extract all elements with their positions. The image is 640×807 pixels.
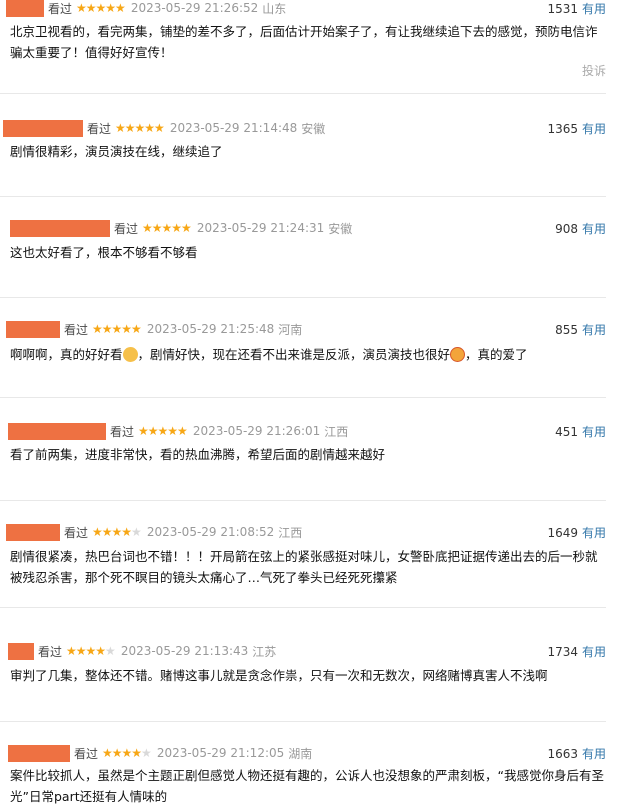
- redacted-username: [3, 119, 83, 137]
- rating-stars: ★★★★★: [102, 746, 152, 760]
- star-filled: ★★★★: [92, 525, 132, 539]
- vote-area: 1663 有用: [547, 745, 606, 762]
- useful-button[interactable]: 有用: [582, 323, 606, 337]
- review-text-part: 啊啊啊，真的好好看: [10, 347, 123, 362]
- divider: [0, 397, 606, 398]
- useful-count: 1531: [547, 2, 578, 16]
- vote-area: 855 有用: [555, 321, 606, 338]
- review-location: 山东: [262, 1, 287, 16]
- useful-count: 451: [555, 425, 578, 439]
- review-meta: 看过 ★★★★★ 2023-05-29 21:26:52 山东: [0, 0, 286, 18]
- useful-count: 1663: [547, 747, 578, 761]
- redacted-username: [10, 219, 110, 237]
- review-location: 河南: [278, 322, 303, 337]
- divider: [0, 607, 606, 608]
- report-button[interactable]: 投诉: [582, 62, 606, 79]
- divider: [0, 297, 606, 298]
- review-time: 2023-05-29 21:08:52: [146, 525, 275, 539]
- review-location: 安徽: [301, 121, 326, 136]
- watched-status: 看过: [87, 121, 112, 136]
- redacted-username: [6, 523, 60, 541]
- review-location: 江西: [278, 525, 303, 540]
- rating-stars: ★★★★★: [115, 121, 165, 135]
- review-text: 看了前两集，进度非常快，看的热血沸腾，希望后面的剧情越来越好: [10, 447, 386, 462]
- review-time: 2023-05-29 21:24:31: [196, 221, 325, 235]
- watched-status: 看过: [110, 424, 135, 439]
- review-location: 湖南: [288, 746, 313, 761]
- watched-status: 看过: [64, 322, 89, 337]
- watched-status: 看过: [48, 1, 73, 16]
- review-text: 审判了几集，整体还不错。赌博这事儿就是贪念作祟，只有一次和无数次，网络赌博真害人…: [10, 668, 548, 683]
- rating-stars: ★★★★★: [92, 525, 142, 539]
- star-empty: ★: [105, 644, 116, 658]
- divider: [0, 721, 606, 722]
- review-time: 2023-05-29 21:14:48: [169, 121, 298, 135]
- divider: [0, 196, 606, 197]
- rating-stars: ★★★★★: [142, 221, 192, 235]
- useful-count: 1734: [547, 645, 578, 659]
- review-text-part: ，真的爱了: [465, 347, 528, 362]
- review-text: 北京卫视看的，看完两集，铺垫的差不多了，后面估计开始案子了，有让我继续追下去的感…: [10, 24, 598, 60]
- review-time: 2023-05-29 21:13:43: [120, 644, 249, 658]
- redacted-username: [6, 320, 60, 338]
- redacted-username: [8, 642, 34, 660]
- rating-stars: ★★★★★: [66, 644, 116, 658]
- useful-button[interactable]: 有用: [582, 526, 606, 540]
- redacted-username: [8, 744, 70, 762]
- star-empty: ★: [141, 746, 152, 760]
- useful-button[interactable]: 有用: [582, 645, 606, 659]
- rating-stars: ★★★★★: [76, 1, 126, 15]
- divider: [0, 500, 606, 501]
- star-filled: ★★★★: [102, 746, 142, 760]
- review-text: 剧情很精彩，演员演技在线，继续追了: [10, 144, 223, 159]
- useful-button[interactable]: 有用: [582, 122, 606, 136]
- review-location: 江苏: [252, 644, 277, 659]
- review-meta: 看过 ★★★★★ 2023-05-29 21:13:43 江苏: [0, 641, 276, 661]
- review-meta: 看过 ★★★★★ 2023-05-29 21:08:52 江西: [0, 522, 302, 542]
- review-location: 安徽: [328, 221, 353, 236]
- watched-status: 看过: [64, 525, 89, 540]
- useful-count: 1649: [547, 526, 578, 540]
- review-meta: 看过 ★★★★★ 2023-05-29 21:24:31 安徽: [0, 218, 352, 238]
- vote-area: 908 有用: [555, 220, 606, 237]
- clapping-hands-emoji-icon: [122, 347, 138, 362]
- useful-count: 1365: [547, 122, 578, 136]
- useful-count: 908: [555, 222, 578, 236]
- watched-status: 看过: [74, 746, 99, 761]
- vote-area: 1365 有用: [547, 120, 606, 137]
- vote-area: 1734 有用: [547, 643, 606, 660]
- review-time: 2023-05-29 21:12:05: [156, 746, 285, 760]
- review-text-part: ，剧情好快，现在还看不出来谁是反派，演员演技也很好: [137, 347, 451, 362]
- redacted-username: [6, 0, 44, 17]
- star-empty: ★: [131, 525, 142, 539]
- rating-stars: ★★★★★: [92, 322, 142, 336]
- review-text: 案件比较抓人，虽然是个主题正剧但感觉人物还挺有趣的，公诉人也没想象的严肃刻板，“…: [10, 768, 604, 804]
- review-time: 2023-05-29 21:26:52: [130, 1, 259, 15]
- star-filled: ★★★★: [66, 644, 106, 658]
- review-meta: 看过 ★★★★★ 2023-05-29 21:14:48 安徽: [0, 118, 325, 138]
- review-location: 江西: [324, 424, 349, 439]
- useful-button[interactable]: 有用: [582, 2, 606, 16]
- review-text: 啊啊啊，真的好好看 ，剧情好快，现在还看不出来谁是反派，演员演技也很好 ，真的爱了: [10, 344, 606, 365]
- review-meta: 看过 ★★★★★ 2023-05-29 21:25:48 河南: [0, 319, 302, 339]
- vote-area: 1649 有用: [547, 524, 606, 541]
- review-text: 剧情很紧凑，热巴台词也不错！！！开局箭在弦上的紧张感挺对味儿，女警卧底把证据传递…: [10, 549, 598, 585]
- watched-status: 看过: [38, 644, 63, 659]
- useful-count: 855: [555, 323, 578, 337]
- watched-status: 看过: [114, 221, 139, 236]
- review-meta: 看过 ★★★★★ 2023-05-29 21:12:05 湖南: [0, 743, 312, 763]
- redacted-username: [8, 422, 106, 440]
- review-text: 这也太好看了，根本不够看不够看: [10, 245, 198, 260]
- vote-area: 1531 有用: [547, 0, 606, 17]
- star-eyes-emoji-icon: [450, 347, 466, 362]
- useful-button[interactable]: 有用: [582, 747, 606, 761]
- vote-area: 451 有用: [555, 423, 606, 440]
- review-time: 2023-05-29 21:26:01: [192, 424, 321, 438]
- rating-stars: ★★★★★: [138, 424, 188, 438]
- useful-button[interactable]: 有用: [582, 425, 606, 439]
- review-time: 2023-05-29 21:25:48: [146, 322, 275, 336]
- useful-button[interactable]: 有用: [582, 222, 606, 236]
- review-meta: 看过 ★★★★★ 2023-05-29 21:26:01 江西: [0, 421, 348, 441]
- divider: [0, 93, 606, 94]
